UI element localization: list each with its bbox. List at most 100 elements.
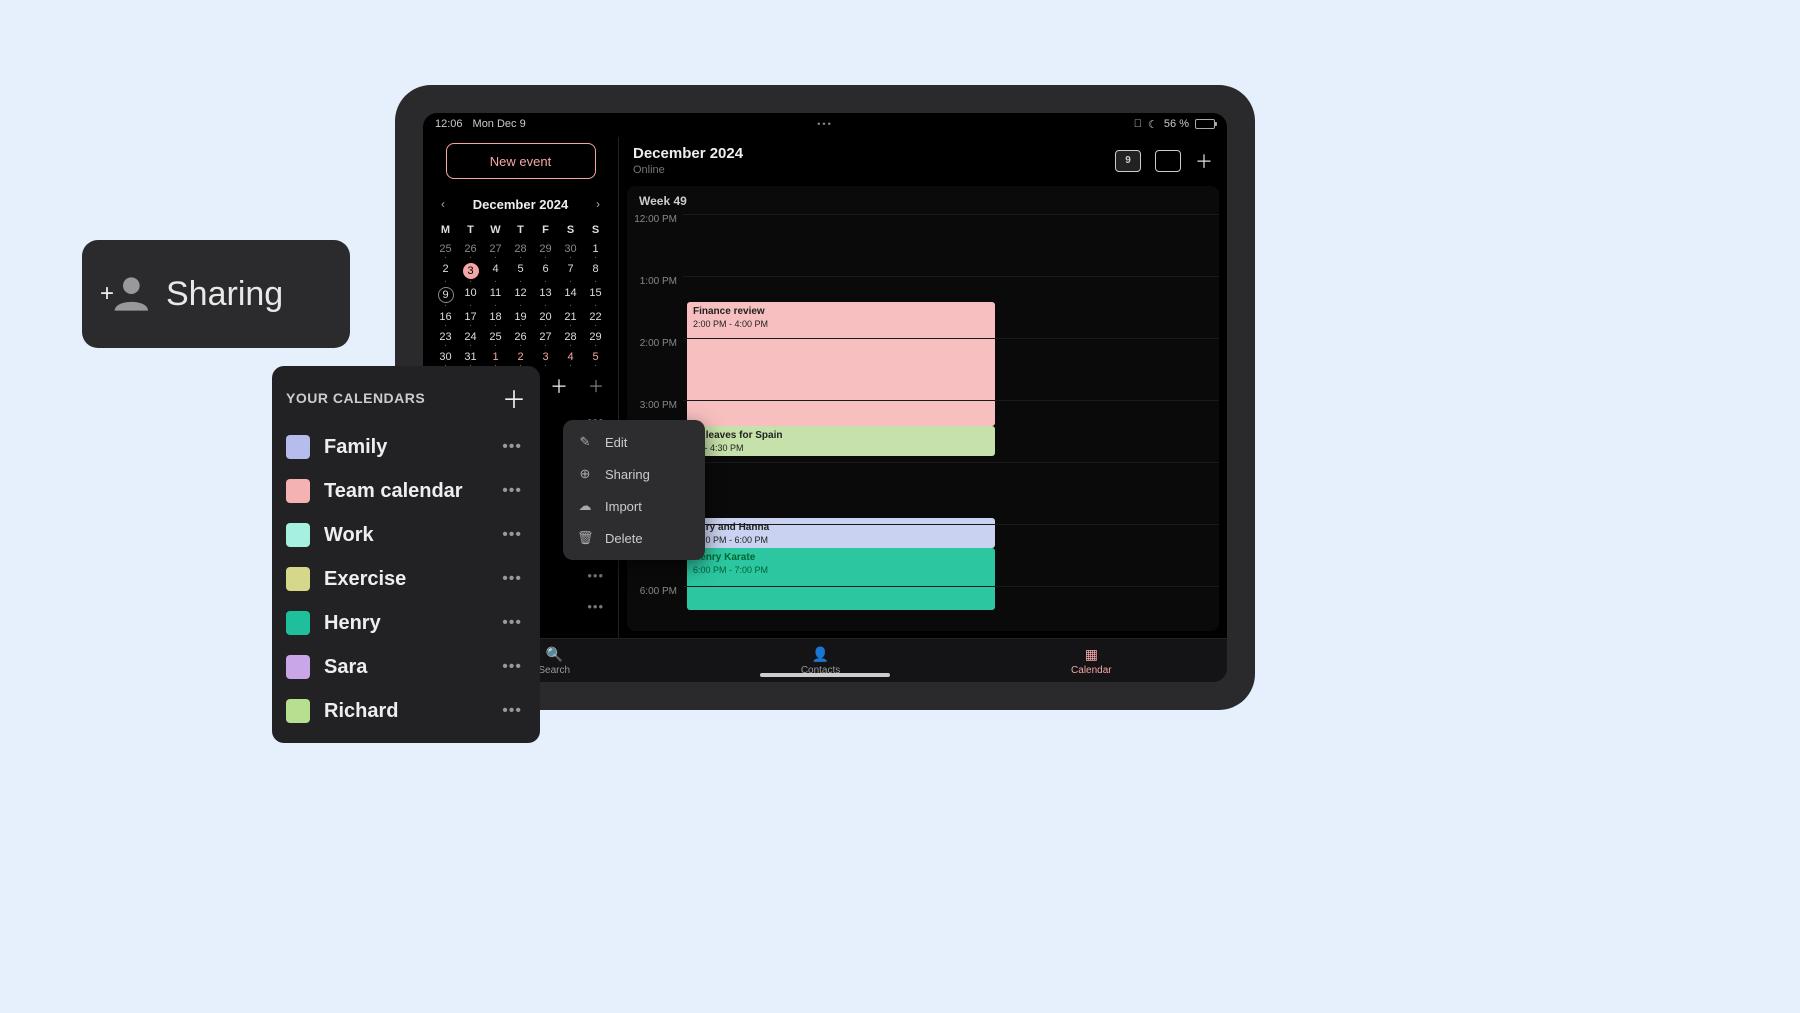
- mini-cal-day[interactable]: 25: [483, 327, 508, 347]
- calendar-color-swatch: [286, 655, 310, 679]
- calendar-event[interactable]: … ry and Hanna5:30 PM - 6:00 PM: [687, 518, 995, 548]
- calendar-name: Family: [324, 436, 498, 459]
- week-view[interactable]: Week 49 12:00 PM1:00 PM2:00 PM3:00 PM6:0…: [627, 186, 1219, 631]
- mini-cal-day[interactable]: 13: [533, 283, 558, 307]
- mini-cal-day[interactable]: 5: [508, 259, 533, 283]
- view-mode-button[interactable]: [1155, 150, 1181, 172]
- mini-cal-day[interactable]: 28: [558, 327, 583, 347]
- mini-cal-day[interactable]: 22: [583, 307, 608, 327]
- mini-cal-day[interactable]: 3: [533, 347, 558, 367]
- ctx-edit-label: Edit: [605, 435, 627, 450]
- calendar-list-item[interactable]: Family•••: [286, 425, 526, 469]
- ctx-delete[interactable]: 🗑 Delete: [563, 522, 705, 554]
- mini-cal-day[interactable]: 9: [433, 283, 458, 307]
- mini-cal-day[interactable]: 11: [483, 283, 508, 307]
- add-event-button[interactable]: ＋: [1195, 148, 1213, 174]
- mini-cal-day[interactable]: 19: [508, 307, 533, 327]
- calendar-list-item[interactable]: Exercise•••: [286, 557, 526, 601]
- calendar-more-button[interactable]: •••: [498, 614, 526, 632]
- ctx-sharing-label: Sharing: [605, 467, 650, 482]
- next-month-button[interactable]: ›: [592, 193, 604, 215]
- add-item-button[interactable]: ＋: [588, 373, 604, 399]
- calendar-name: Richard: [324, 700, 498, 723]
- home-indicator[interactable]: [760, 673, 890, 677]
- mini-cal-day[interactable]: 16: [433, 307, 458, 327]
- calendar-event[interactable]: Finance review2:00 PM - 4:00 PM: [687, 302, 995, 426]
- calendar-list-item[interactable]: Sara•••: [286, 645, 526, 689]
- mini-cal-day[interactable]: 23: [433, 327, 458, 347]
- calendar-color-swatch: [286, 523, 310, 547]
- mini-cal-day[interactable]: 12: [508, 283, 533, 307]
- mini-cal-day[interactable]: 26: [458, 239, 483, 259]
- ctx-import[interactable]: ☁ Import: [563, 490, 705, 522]
- calendar-more-button[interactable]: •••: [498, 526, 526, 544]
- tablet-screen: 12:06 Mon Dec 9 ••• 􀙇 ☾ 56 % New event ‹…: [423, 113, 1227, 682]
- mini-cal-day[interactable]: 31: [458, 347, 483, 367]
- add-calendar-panel-button[interactable]: ＋: [502, 380, 526, 415]
- mini-cal-day[interactable]: 28: [508, 239, 533, 259]
- new-event-button[interactable]: New event: [446, 143, 596, 179]
- mini-cal-day[interactable]: 1: [483, 347, 508, 367]
- person-icon: 👤: [812, 646, 829, 663]
- mini-calendar[interactable]: MTWTFSS252627282930123456789101112131415…: [433, 221, 608, 367]
- mini-cal-day[interactable]: 3: [458, 259, 483, 283]
- mini-cal-day[interactable]: 2: [433, 259, 458, 283]
- mini-cal-day[interactable]: 6: [533, 259, 558, 283]
- mini-cal-day[interactable]: 17: [458, 307, 483, 327]
- mini-cal-day[interactable]: 15: [583, 283, 608, 307]
- multitasking-dots-icon[interactable]: •••: [817, 119, 832, 129]
- mini-cal-day[interactable]: 27: [483, 239, 508, 259]
- calendar-name: Work: [324, 524, 498, 547]
- pencil-icon: ✎: [577, 434, 593, 450]
- mini-cal-day[interactable]: 29: [583, 327, 608, 347]
- mini-cal-day[interactable]: 14: [558, 283, 583, 307]
- mini-cal-day[interactable]: 24: [458, 327, 483, 347]
- trash-icon: 🗑: [577, 530, 593, 546]
- mini-cal-day[interactable]: 2: [508, 347, 533, 367]
- mini-cal-day[interactable]: 25: [433, 239, 458, 259]
- calendar-more-button[interactable]: •••: [498, 482, 526, 500]
- mini-cal-day[interactable]: 8: [583, 259, 608, 283]
- calendar-list-item[interactable]: Richard•••: [286, 689, 526, 733]
- mini-cal-day[interactable]: 29: [533, 239, 558, 259]
- calendar-more-button[interactable]: •••: [498, 702, 526, 720]
- calendar-event[interactable]: … leaves for Spain… - 4:30 PM: [687, 426, 995, 456]
- today-button[interactable]: 9: [1115, 150, 1141, 172]
- event-time: 6:00 PM - 7:00 PM: [693, 565, 989, 575]
- calendar-icon: ▦: [1085, 646, 1098, 663]
- add-calendar-button[interactable]: ＋: [550, 373, 568, 399]
- mini-cal-day[interactable]: 20: [533, 307, 558, 327]
- time-label: 12:00 PM: [627, 214, 683, 276]
- mini-cal-dow: M: [433, 221, 458, 239]
- prev-month-button[interactable]: ‹: [437, 193, 449, 215]
- calendar-name: Sara: [324, 656, 498, 679]
- calendar-more-button[interactable]: •••: [498, 658, 526, 676]
- mini-cal-day[interactable]: 30: [433, 347, 458, 367]
- bottom-nav: 🔍 Search 👤 Contacts ▦ Calendar: [423, 638, 1227, 682]
- nav-contacts[interactable]: 👤 Contacts: [801, 646, 840, 676]
- mini-cal-day[interactable]: 7: [558, 259, 583, 283]
- calendar-list-item[interactable]: Henry•••: [286, 601, 526, 645]
- mini-cal-day[interactable]: 30: [558, 239, 583, 259]
- calendar-event[interactable]: Henry Karate6:00 PM - 7:00 PM: [687, 548, 995, 610]
- cloud-upload-icon: ☁: [577, 498, 593, 514]
- mini-cal-day[interactable]: 4: [558, 347, 583, 367]
- calendar-more-button[interactable]: •••: [498, 438, 526, 456]
- nav-calendar[interactable]: ▦ Calendar: [1071, 646, 1112, 676]
- mini-cal-day[interactable]: 18: [483, 307, 508, 327]
- mini-cal-day[interactable]: 10: [458, 283, 483, 307]
- calendar-more-button[interactable]: •••: [498, 570, 526, 588]
- nav-search[interactable]: 🔍 Search: [538, 646, 570, 676]
- mini-cal-day[interactable]: 5: [583, 347, 608, 367]
- calendar-list-item[interactable]: Work•••: [286, 513, 526, 557]
- mini-cal-day[interactable]: 21: [558, 307, 583, 327]
- mini-cal-day[interactable]: 4: [483, 259, 508, 283]
- mini-calendar-title: December 2024: [473, 197, 568, 212]
- mini-cal-day[interactable]: 27: [533, 327, 558, 347]
- mini-cal-day[interactable]: 1: [583, 239, 608, 259]
- ctx-sharing[interactable]: ⊕ Sharing: [563, 458, 705, 490]
- ctx-edit[interactable]: ✎ Edit: [563, 426, 705, 458]
- nav-calendar-label: Calendar: [1071, 665, 1112, 676]
- calendar-list-item[interactable]: Team calendar•••: [286, 469, 526, 513]
- mini-cal-day[interactable]: 26: [508, 327, 533, 347]
